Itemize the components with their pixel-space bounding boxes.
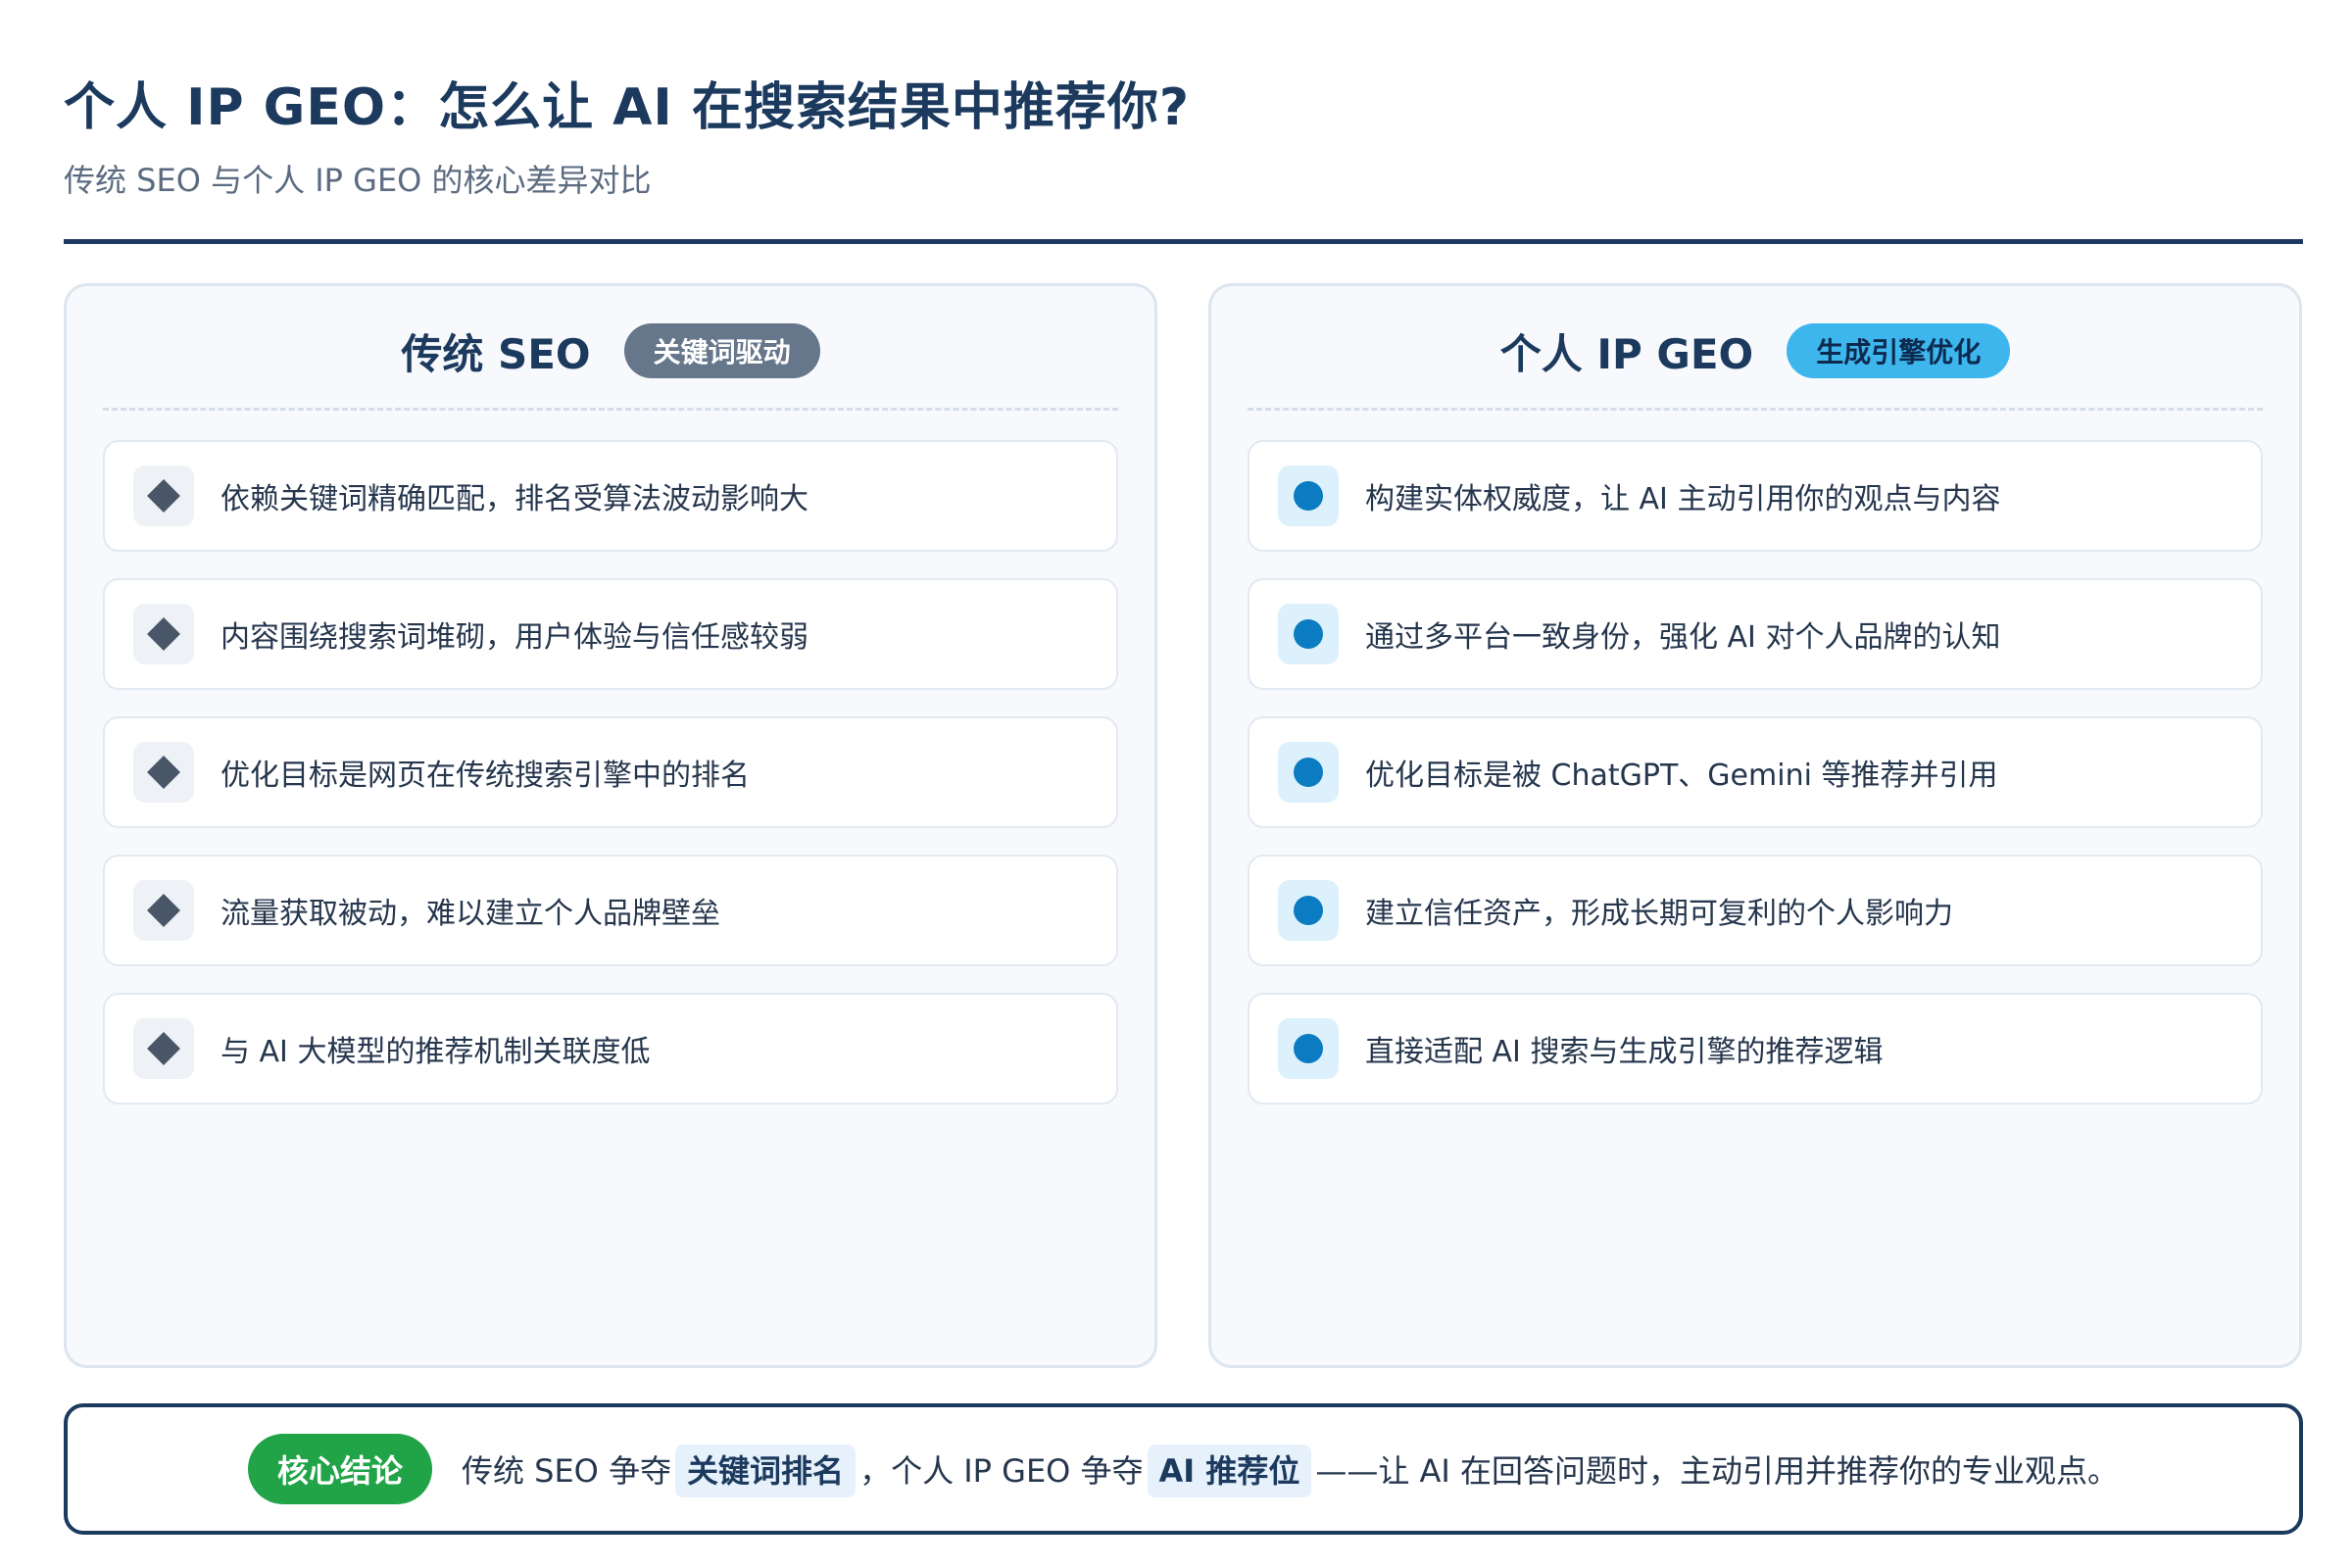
seo-list-item: 内容围绕搜索词堆砌，用户体验与信任感较弱 [103,578,1118,690]
seo-item-list: 依赖关键词精确匹配，排名受算法波动影响大 内容围绕搜索词堆砌，用户体验与信任感较… [103,440,1118,1104]
diamond-icon [133,742,194,803]
comparison-columns: 传统 SEO 关键词驱动 依赖关键词精确匹配，排名受算法波动影响大 内容围绕搜索… [64,283,2303,1368]
geo-card: 个人 IP GEO 生成引擎优化 构建实体权威度，让 AI 主动引用你的观点与内… [1208,283,2302,1368]
seo-tag-pill: 关键词驱动 [623,323,820,378]
dot-icon [1278,1018,1339,1079]
header-divider [64,239,2303,244]
header: 个人 IP GEO：怎么让 AI 在搜索结果中推荐你? 传统 SEO 与个人 I… [64,0,2303,244]
diamond-icon [133,1018,194,1079]
geo-card-header: 个人 IP GEO 生成引擎优化 [1248,321,2263,380]
geo-tag-pill: 生成引擎优化 [1787,323,2011,378]
seo-list-item: 依赖关键词精确匹配，排名受算法波动影响大 [103,440,1118,552]
conclusion-box: 核心结论 传统 SEO 争夺 关键词排名 ，个人 IP GEO 争夺 AI 推荐位 ——… [64,1403,2303,1535]
geo-item-text: 构建实体权威度，让 AI 主动引用你的观点与内容 [1365,482,2001,516]
seo-item-text: 内容围绕搜索词堆砌，用户体验与信任感较弱 [220,620,808,655]
seo-item-text: 优化目标是网页在传统搜索引擎中的排名 [220,759,750,793]
seo-item-text: 依赖关键词精确匹配，排名受算法波动影响大 [220,482,808,516]
diamond-icon [133,880,194,941]
dot-icon [1278,604,1339,664]
dot-icon [1278,466,1339,526]
geo-list-item: 建立信任资产，形成长期可复利的个人影响力 [1248,855,2263,966]
geo-item-text: 优化目标是被 ChatGPT、Gemini 等推荐并引用 [1365,759,1998,793]
page-title: 个人 IP GEO：怎么让 AI 在搜索结果中推荐你? [64,78,1191,137]
seo-item-text: 与 AI 大模型的推荐机制关联度低 [220,1035,651,1069]
highlight-ai-recommendation: AI 推荐位 [1147,1445,1312,1497]
seo-card: 传统 SEO 关键词驱动 依赖关键词精确匹配，排名受算法波动影响大 内容围绕搜索… [64,283,1157,1368]
seo-card-title: 传统 SEO [401,329,591,378]
geo-dashed-divider [1248,408,2263,411]
geo-item-text: 建立信任资产，形成长期可复利的个人影响力 [1365,897,1953,931]
seo-card-header: 传统 SEO 关键词驱动 [103,321,1118,380]
geo-list-item: 构建实体权威度，让 AI 主动引用你的观点与内容 [1248,440,2263,552]
geo-item-text: 通过多平台一致身份，强化 AI 对个人品牌的认知 [1365,620,2001,655]
geo-card-title: 个人 IP GEO [1499,329,1754,378]
conclusion-part-2: ，个人 IP GEO 争夺 [859,1452,1144,1490]
page-subtitle: 传统 SEO 与个人 IP GEO 的核心差异对比 [64,162,652,199]
geo-list-item: 通过多平台一致身份，强化 AI 对个人品牌的认知 [1248,578,2263,690]
diamond-icon [133,604,194,664]
dot-icon [1278,880,1339,941]
seo-item-text: 流量获取被动，难以建立个人品牌壁垒 [220,897,720,931]
geo-list-item: 优化目标是被 ChatGPT、Gemini 等推荐并引用 [1248,716,2263,828]
conclusion-text: 传统 SEO 争夺 关键词排名 ，个人 IP GEO 争夺 AI 推荐位 ——让 AI … [461,1445,2120,1497]
seo-dashed-divider [103,408,1118,411]
seo-list-item: 优化目标是网页在传统搜索引擎中的排名 [103,716,1118,828]
conclusion-badge: 核心结论 [247,1434,432,1504]
conclusion-part-1: 传统 SEO 争夺 [461,1452,672,1490]
geo-item-text: 直接适配 AI 搜索与生成引擎的推荐逻辑 [1365,1035,1884,1069]
highlight-keyword-ranking: 关键词排名 [675,1445,857,1497]
dot-icon [1278,742,1339,803]
seo-list-item: 与 AI 大模型的推荐机制关联度低 [103,993,1118,1104]
seo-list-item: 流量获取被动，难以建立个人品牌壁垒 [103,855,1118,966]
geo-list-item: 直接适配 AI 搜索与生成引擎的推荐逻辑 [1248,993,2263,1104]
geo-item-list: 构建实体权威度，让 AI 主动引用你的观点与内容 通过多平台一致身份，强化 AI… [1248,440,2263,1104]
conclusion-part-3: ——让 AI 在回答问题时，主动引用并推荐你的专业观点。 [1315,1452,2120,1490]
page: 个人 IP GEO：怎么让 AI 在搜索结果中推荐你? 传统 SEO 与个人 I… [0,0,2352,1568]
diamond-icon [133,466,194,526]
